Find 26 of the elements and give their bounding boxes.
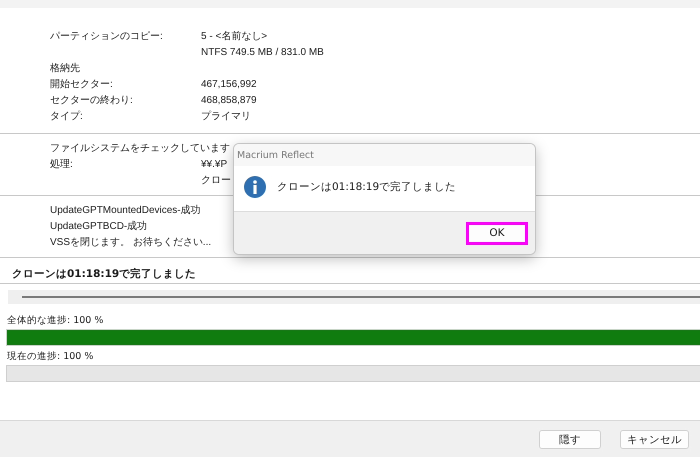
ok-button[interactable]: OK — [466, 222, 528, 244]
field-value: ¥¥.¥P — [201, 158, 228, 172]
progress-label: 全体的な進捗: 100 % — [7, 315, 104, 326]
field-label: 処理: — [50, 158, 73, 172]
field-value: 5 - <名前なし> — [201, 30, 268, 44]
field-value: NTFS 749.5 MB / 831.0 MB — [201, 46, 324, 60]
log-line: VSSを閉じます。 お待ちください... — [50, 236, 212, 250]
hide-button[interactable]: 隠す — [539, 430, 601, 449]
cancel-button[interactable]: キャンセル — [620, 430, 689, 449]
field-value: 468,858,879 — [201, 94, 257, 108]
log-line: ファイルシステムをチェックしています — [50, 142, 230, 156]
field-label: パーティションのコピー: — [50, 30, 163, 44]
field-label: 開始セクター: — [50, 78, 113, 92]
field-value: クロー — [201, 174, 231, 188]
log-line: 格納先 — [50, 62, 80, 76]
log-line: UpdateGPTBCD-成功 — [50, 220, 148, 234]
dialog-message: クローンは01:18:19で完了しました — [277, 180, 456, 194]
field-label: タイプ: — [50, 110, 83, 124]
field-value: プライマリ — [201, 110, 251, 124]
dialog-title: Macrium Reflect — [237, 150, 314, 160]
status-message: クローンは01:18:19で完了しました — [12, 268, 196, 280]
log-line: UpdateGPTMountedDevices-成功 — [50, 204, 201, 218]
field-value: 467,156,992 — [201, 78, 257, 92]
progress-label: 現在の進捗: 100 % — [7, 351, 94, 362]
info-icon — [244, 176, 266, 198]
field-label: セクターの終わり: — [50, 94, 133, 108]
